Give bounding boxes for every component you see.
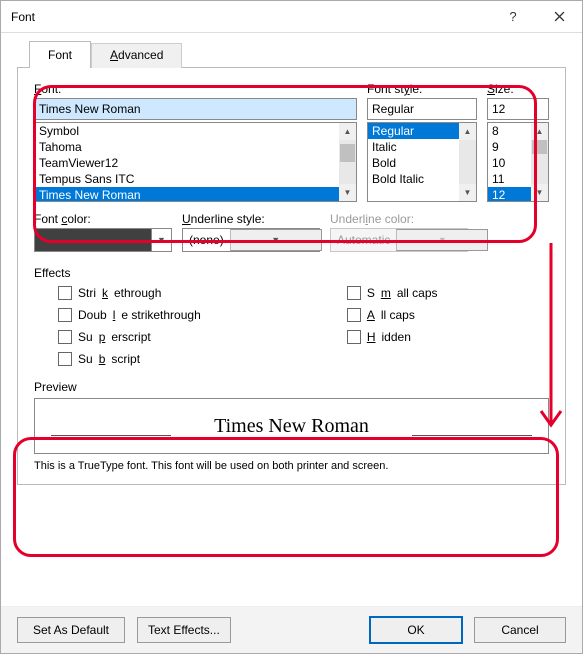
underline-style-combo[interactable]: (none) ▼ xyxy=(182,228,320,252)
preview-line xyxy=(51,435,171,436)
check-subscript[interactable]: Subscript xyxy=(58,352,347,366)
font-color-combo[interactable]: ▼ xyxy=(34,228,172,252)
list-item[interactable]: Tahoma xyxy=(35,139,356,155)
size-input[interactable] xyxy=(487,98,549,120)
chevron-down-icon[interactable]: ▼ xyxy=(152,228,172,252)
check-smallcaps[interactable]: Small caps xyxy=(347,286,549,300)
style-input[interactable] xyxy=(367,98,477,120)
scroll-down-icon[interactable]: ▼ xyxy=(459,184,476,201)
text-effects-button[interactable]: Text Effects... xyxy=(137,617,231,643)
scrollbar[interactable]: ▲ ▼ xyxy=(531,123,548,201)
tabstrip: Font Advanced xyxy=(29,41,566,68)
list-item[interactable]: TeamViewer12 xyxy=(35,155,356,171)
list-item[interactable]: Symbol xyxy=(35,123,356,139)
check-allcaps[interactable]: All caps xyxy=(347,308,549,322)
list-item[interactable]: Times New Roman xyxy=(35,187,356,202)
scroll-thumb[interactable] xyxy=(340,144,355,162)
dialog-title: Font xyxy=(11,10,490,24)
check-superscript[interactable]: Superscript xyxy=(58,330,347,344)
check-hidden[interactable]: Hidden xyxy=(347,330,549,344)
font-dialog: Font ? Font Advanced Font: Symbol Tahoma… xyxy=(0,0,583,654)
scrollbar[interactable]: ▲ ▼ xyxy=(459,123,476,201)
tab-font[interactable]: Font xyxy=(29,41,91,68)
scroll-up-icon[interactable]: ▲ xyxy=(531,123,548,140)
close-button[interactable] xyxy=(536,1,582,33)
annotation-arrow-icon xyxy=(539,243,563,443)
scrollbar[interactable]: ▲ ▼ xyxy=(339,123,356,201)
scroll-up-icon[interactable]: ▲ xyxy=(459,123,476,140)
chevron-down-icon: ▼ xyxy=(396,229,488,251)
preview-label: Preview xyxy=(34,380,77,394)
preview-note: This is a TrueType font. This font will … xyxy=(34,460,549,472)
font-listbox[interactable]: Symbol Tahoma TeamViewer12 Tempus Sans I… xyxy=(34,122,357,202)
cancel-button[interactable]: Cancel xyxy=(474,617,566,643)
font-label: Font: xyxy=(34,82,357,96)
preview-text: Times New Roman xyxy=(214,415,369,438)
style-label: Font style: xyxy=(367,82,477,96)
ok-button[interactable]: OK xyxy=(370,617,462,643)
dialog-footer: Set As Default Text Effects... OK Cancel xyxy=(1,606,582,653)
titlebar: Font ? xyxy=(1,1,582,33)
preview-box: Times New Roman xyxy=(34,398,549,454)
preview-line xyxy=(412,435,532,436)
chevron-down-icon[interactable]: ▼ xyxy=(230,229,322,251)
close-icon xyxy=(554,11,565,22)
scroll-down-icon[interactable]: ▼ xyxy=(339,184,356,201)
scroll-down-icon[interactable]: ▼ xyxy=(531,184,548,201)
style-listbox[interactable]: Regular Italic Bold Bold Italic ▲ ▼ xyxy=(367,122,477,202)
check-double-strike[interactable]: Double strikethrough xyxy=(58,308,347,322)
help-button[interactable]: ? xyxy=(490,1,536,33)
font-input[interactable] xyxy=(34,98,357,120)
color-label: Font color: xyxy=(34,212,172,226)
effects-label: Effects xyxy=(34,266,70,280)
ucolor-label: Underline color: xyxy=(330,212,468,226)
tab-advanced[interactable]: Advanced xyxy=(91,43,182,68)
scroll-up-icon[interactable]: ▲ xyxy=(339,123,356,140)
underline-color-combo: Automatic ▼ xyxy=(330,228,468,252)
underline-label: Underline style: xyxy=(182,212,320,226)
tabpanel: Font: Symbol Tahoma TeamViewer12 Tempus … xyxy=(17,67,566,485)
list-item[interactable]: Tempus Sans ITC xyxy=(35,171,356,187)
scroll-thumb[interactable] xyxy=(532,140,547,154)
client-area: Font Advanced Font: Symbol Tahoma TeamVi… xyxy=(1,33,582,606)
set-default-button[interactable]: Set As Default xyxy=(17,617,125,643)
color-swatch xyxy=(34,228,152,252)
size-label: Size: xyxy=(487,82,549,96)
check-strikethrough[interactable]: Strikethrough xyxy=(58,286,347,300)
size-listbox[interactable]: 8 9 10 11 12 ▲ ▼ xyxy=(487,122,549,202)
